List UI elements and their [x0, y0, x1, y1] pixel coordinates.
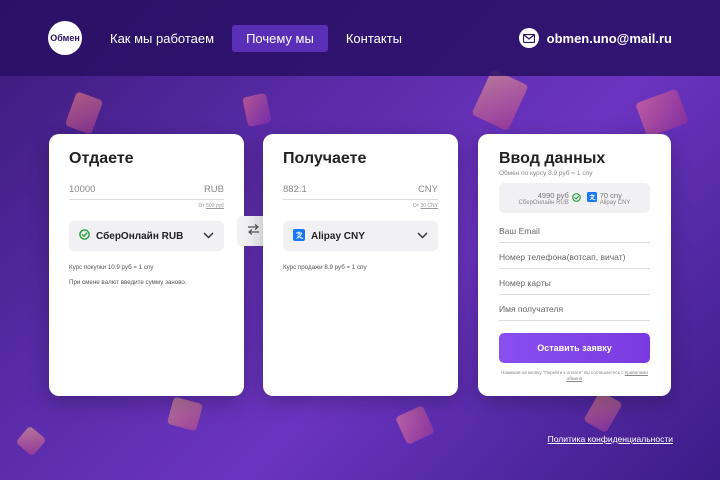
- give-amount-field[interactable]: 10000 RUB: [69, 184, 224, 200]
- decor-card: [635, 88, 689, 138]
- get-title: Получаете: [283, 150, 367, 167]
- email-field[interactable]: Ваш Email: [499, 217, 650, 243]
- decor-card: [242, 92, 272, 128]
- get-amount-input[interactable]: 882.1: [283, 184, 307, 195]
- chevron-down-icon: [417, 231, 428, 242]
- decor-card: [64, 91, 104, 135]
- summary-get-amount: 70 cny: [599, 190, 622, 200]
- summary-give-method: СберОнлайн RUB: [518, 199, 569, 206]
- swap-arrows-icon: [247, 222, 260, 240]
- summary-get-method: Alipay CNY: [599, 199, 631, 206]
- header: Обмен Как мы работаем Почему мы Контакты…: [0, 0, 720, 76]
- data-title: Ввод данных: [499, 150, 606, 167]
- give-method-label: СберОнлайн RUB: [96, 230, 184, 242]
- submit-request-button[interactable]: Оставить заявку: [499, 333, 650, 363]
- get-card: Получаете 882.1 CNY От 30 CNY Alipay CNY…: [263, 134, 458, 396]
- exchange-rate-line: Обмен по курсу 8.9 руб = 1 cny: [499, 170, 593, 177]
- decor-card: [471, 68, 529, 132]
- get-method-label: Alipay CNY: [311, 230, 365, 242]
- give-min-amount: От 500 руб: [198, 203, 224, 209]
- summary-get: 70 cny Alipay CNY: [600, 191, 631, 206]
- phone-field[interactable]: Номер телефона(вотсап, вичат): [499, 243, 650, 269]
- decor-card: [583, 390, 623, 434]
- summary-give: 4990 руб СберОнлайн RUB: [519, 191, 569, 206]
- logo[interactable]: Обмен: [48, 21, 82, 55]
- contact-email-link[interactable]: obmen.uno@mail.ru: [518, 28, 672, 48]
- get-method-select[interactable]: Alipay CNY: [283, 221, 438, 251]
- get-currency: CNY: [417, 184, 438, 195]
- main-nav: Как мы работаем Почему мы Контакты: [100, 24, 420, 52]
- logo-text: Обмен: [50, 33, 80, 43]
- get-amount-field[interactable]: 882.1 CNY: [283, 184, 438, 200]
- give-amount-input[interactable]: 10000: [69, 184, 95, 195]
- nav-contacts[interactable]: Контакты: [336, 25, 412, 52]
- give-currency: RUB: [203, 184, 224, 195]
- privacy-policy-link[interactable]: Политика конфиденциальности: [548, 434, 673, 444]
- chevron-down-icon: [203, 231, 214, 242]
- alipay-icon: [293, 228, 305, 244]
- exchange-summary: 4990 руб СберОнлайн RUB 70 cny Alipay CN…: [499, 183, 650, 213]
- alipay-icon: [586, 192, 597, 204]
- contact-email: obmen.uno@mail.ru: [546, 30, 672, 46]
- decor-card: [15, 425, 47, 457]
- nav-how-we-work[interactable]: Как мы работаем: [100, 25, 224, 52]
- sberbank-icon: [79, 229, 90, 243]
- recipient-name-field[interactable]: Имя получателя: [499, 295, 650, 321]
- mail-icon: [518, 28, 539, 48]
- summary-give-amount: 4990 руб: [537, 190, 569, 200]
- card-number-field[interactable]: Номер карты: [499, 269, 650, 295]
- nav-why-us[interactable]: Почему мы: [232, 24, 328, 52]
- agreement-note: Нажимая на кнопку "Перейти к оплате" вы …: [501, 370, 648, 381]
- give-change-note: При смене валют введите сумму заново.: [69, 279, 187, 286]
- sberbank-icon: [571, 192, 581, 204]
- get-rate-note: Курс продажи 8.9 руб = 1 cny: [283, 264, 367, 271]
- decor-card: [166, 396, 204, 432]
- give-title: Отдаете: [69, 150, 134, 167]
- give-rate-note: Курс покупки 10.9 руб = 1 cny: [69, 264, 154, 271]
- give-method-select[interactable]: СберОнлайн RUB: [69, 221, 224, 251]
- decor-card: [395, 405, 435, 445]
- give-card: Отдаете 10000 RUB От 500 руб СберОнлайн …: [49, 134, 244, 396]
- data-card: Ввод данных Обмен по курсу 8.9 руб = 1 c…: [478, 134, 671, 396]
- get-min-amount: От 30 CNY: [412, 203, 438, 209]
